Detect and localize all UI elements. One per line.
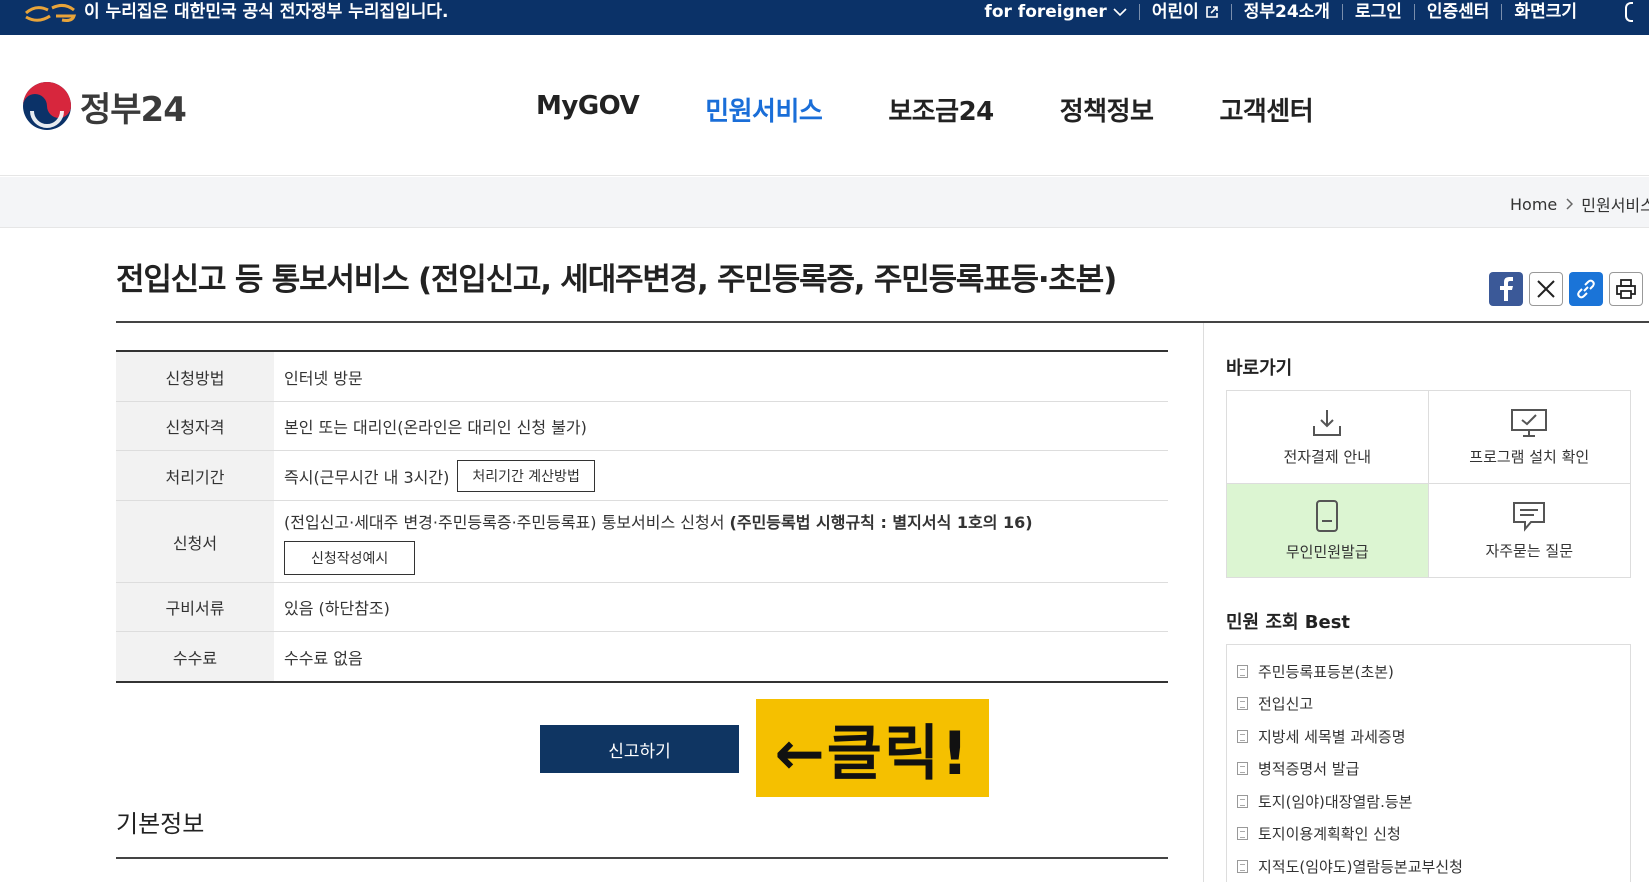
basic-info-heading: 기본정보 xyxy=(116,810,205,838)
table-row: 수수료 수수료 없음 xyxy=(116,632,1168,681)
row-label: 구비서류 xyxy=(116,583,274,631)
chevron-right-icon xyxy=(1566,198,1574,210)
gov-notice-bar: 이 누리집은 대한민국 공식 전자정부 누리집입니다. for foreigne… xyxy=(0,0,1649,35)
taegeuk-logo-icon xyxy=(23,82,71,130)
row-label: 신청자격 xyxy=(116,402,274,450)
monitor-check-icon xyxy=(1511,408,1548,437)
row-label: 수수료 xyxy=(116,632,274,681)
row-value: 즉시(근무시간 내 3시간) 처리기간 계산방법 xyxy=(274,451,1168,500)
nav-customer-center[interactable]: 고객센터 xyxy=(1219,91,1313,128)
sidebar-divider xyxy=(1203,323,1204,882)
click-callout: ←클릭! xyxy=(756,699,989,797)
utility-menu: for foreigner 어린이 정부24소개 로그인 인증센터 화면크기 xyxy=(972,0,1633,24)
list-item[interactable]: 병적증명서 발급 xyxy=(1237,753,1630,786)
download-icon xyxy=(1313,409,1342,436)
facebook-share-button[interactable] xyxy=(1489,272,1523,306)
quick-link-kiosk[interactable]: 무인민원발급 xyxy=(1227,484,1429,577)
x-icon xyxy=(1537,280,1555,298)
service-info-table: 신청방법 인터넷 방문 신청자격 본인 또는 대리인(온라인은 대리인 신청 불… xyxy=(116,350,1168,683)
row-value: (전입신고·세대주 변경·주민등록증·주민등록표) 통보서비스 신청서 (주민등… xyxy=(274,501,1168,582)
application-form-text: (전입신고·세대주 변경·주민등록증·주민등록표) 통보서비스 신청서 (주민등… xyxy=(284,512,1033,532)
form-regulation-text: (주민등록법 시행규칙 : 별지서식 1호의 16) xyxy=(729,512,1033,532)
main-navigation: MyGOV 민원서비스 보조금24 정책정보 고객센터 xyxy=(536,91,1379,128)
util-about[interactable]: 정부24소개 xyxy=(1230,4,1342,21)
document-icon xyxy=(1237,697,1248,711)
processing-time-calc-button[interactable]: 처리기간 계산방법 xyxy=(457,459,595,492)
row-value: 수수료 없음 xyxy=(284,648,363,668)
print-button[interactable] xyxy=(1609,272,1643,306)
row-label: 신청방법 xyxy=(116,352,274,401)
copy-link-button[interactable] xyxy=(1569,272,1603,306)
nav-mygov[interactable]: MyGOV xyxy=(536,91,640,128)
list-item[interactable]: 지적도(임야도)열람등본교부신청 xyxy=(1237,850,1630,883)
basic-info-divider xyxy=(116,857,1168,859)
util-login[interactable]: 로그인 xyxy=(1341,4,1414,21)
document-icon xyxy=(1237,827,1248,841)
eg-logo-icon xyxy=(24,3,77,22)
document-icon xyxy=(1237,859,1248,873)
row-label: 처리기간 xyxy=(116,451,274,500)
chevron-down-icon xyxy=(1113,8,1127,17)
util-kids[interactable]: 어린이 xyxy=(1138,4,1231,21)
table-row: 신청자격 본인 또는 대리인(온라인은 대리인 신청 불가) xyxy=(116,402,1168,451)
document-icon xyxy=(1237,794,1248,808)
list-item[interactable]: 전입신고 xyxy=(1237,688,1630,721)
util-cert-center[interactable]: 인증센터 xyxy=(1413,4,1502,21)
table-row: 처리기간 즉시(근무시간 내 3시간) 처리기간 계산방법 xyxy=(116,451,1168,501)
breadcrumb: Home 민원서비스 xyxy=(1510,192,1649,216)
facebook-icon xyxy=(1500,277,1513,301)
quick-links-grid: 전자결제 안내 프로그램 설치 확인 무인민원발급 자주묻는 질문 xyxy=(1226,390,1631,578)
chat-icon xyxy=(1513,502,1546,532)
processing-time-text: 즉시(근무시간 내 3시간) xyxy=(284,467,450,487)
util-screen-size[interactable]: 화면크기 xyxy=(1501,4,1589,21)
page-title: 전입신고 등 통보서비스 (전입신고, 세대주변경, 주민등록증, 주민등록표등… xyxy=(116,262,1117,298)
list-item[interactable]: 토지이용계획확인 신청 xyxy=(1237,818,1630,851)
document-icon xyxy=(1237,664,1248,678)
kiosk-icon xyxy=(1316,500,1339,532)
title-divider xyxy=(116,321,1649,323)
row-value: 있음 (하단참조) xyxy=(284,599,390,618)
printer-icon xyxy=(1616,279,1636,299)
list-item[interactable]: 토지(임야)대장열람.등본 xyxy=(1237,785,1630,818)
site-logo[interactable]: 정부24 xyxy=(22,81,187,131)
best-list: 주민등록표등본(초본) 전입신고 지방세 세목별 과세증명 병적증명서 발급 토… xyxy=(1226,644,1631,882)
gov-notice-text: 이 누리집은 대한민국 공식 전자정부 누리집입니다. xyxy=(84,2,449,22)
breadcrumb-home[interactable]: Home xyxy=(1510,195,1557,214)
table-row: 신청서 (전입신고·세대주 변경·주민등록증·주민등록표) 통보서비스 신청서 … xyxy=(116,501,1168,583)
document-icon xyxy=(1237,762,1248,776)
application-example-button[interactable]: 신청작성예시 xyxy=(284,540,416,575)
quick-links-title: 바로가기 xyxy=(1226,358,1293,379)
table-row: 신청방법 인터넷 방문 xyxy=(116,352,1168,402)
quick-link-program-check[interactable]: 프로그램 설치 확인 xyxy=(1428,391,1630,484)
breadcrumb-bar: Home 민원서비스 xyxy=(0,177,1649,228)
site-header: 정부24 MyGOV 민원서비스 보조금24 정책정보 고객센터 xyxy=(0,35,1649,176)
row-value: 인터넷 방문 xyxy=(284,368,363,388)
quick-link-payment[interactable]: 전자결제 안내 xyxy=(1227,391,1429,484)
apply-button[interactable]: 신고하기 xyxy=(540,725,739,773)
nav-civil-service[interactable]: 민원서비스 xyxy=(705,91,823,128)
row-label: 신청서 xyxy=(116,501,274,582)
document-icon xyxy=(1237,729,1248,743)
list-item[interactable]: 주민등록표등본(초본) xyxy=(1237,655,1630,688)
x-share-button[interactable] xyxy=(1529,272,1563,306)
external-link-icon xyxy=(1205,6,1218,18)
best-list-title: 민원 조회 Best xyxy=(1226,612,1351,633)
logo-text: 정부24 xyxy=(80,89,187,130)
nav-subsidy[interactable]: 보조금24 xyxy=(888,91,994,128)
util-foreigner[interactable]: for foreigner xyxy=(972,4,1138,21)
breadcrumb-current[interactable]: 민원서비스 xyxy=(1581,192,1649,216)
nav-policy[interactable]: 정책정보 xyxy=(1060,91,1154,128)
quick-link-faq[interactable]: 자주묻는 질문 xyxy=(1429,484,1631,577)
list-item[interactable]: 지방세 세목별 과세증명 xyxy=(1237,720,1630,753)
share-buttons xyxy=(1489,272,1643,306)
table-row: 구비서류 있음 (하단참조) xyxy=(116,583,1168,632)
row-value: 본인 또는 대리인(온라인은 대리인 신청 불가) xyxy=(284,418,587,437)
link-icon xyxy=(1577,279,1595,299)
screen-size-control[interactable] xyxy=(1625,2,1633,22)
